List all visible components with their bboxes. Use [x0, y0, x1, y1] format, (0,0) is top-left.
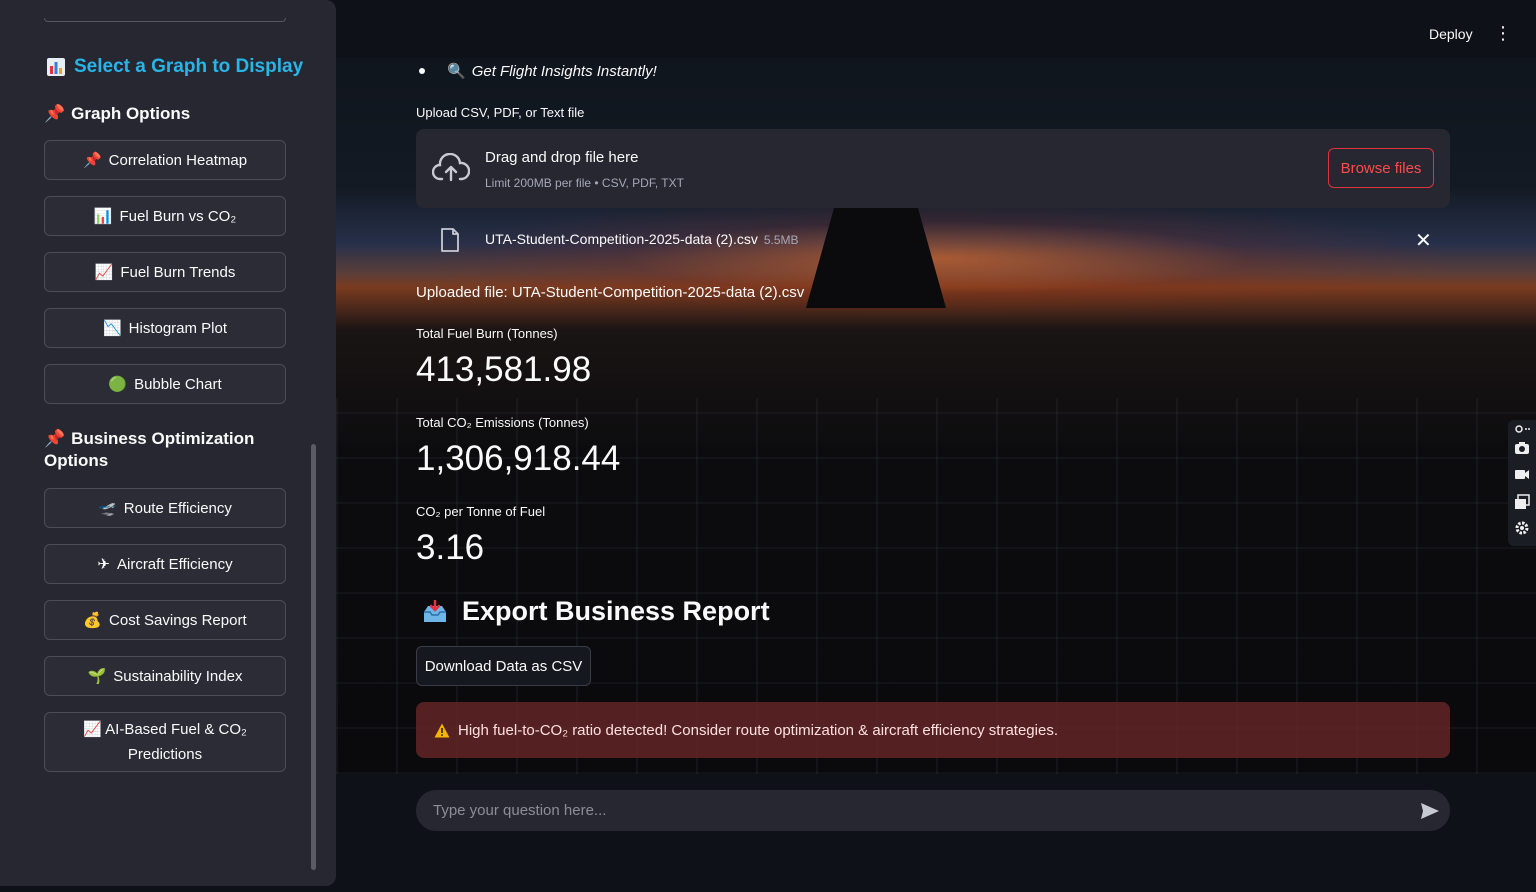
histogram-plot-button[interactable]: 📉 Histogram Plot [44, 308, 286, 348]
app-window: Select a Graph to Display 📌 Graph Options… [0, 0, 1536, 892]
bullet-dot [419, 68, 425, 74]
send-icon[interactable] [1420, 801, 1440, 821]
inbox-tray-icon [424, 599, 446, 622]
chat-input[interactable]: Type your question here... [416, 790, 1450, 831]
insights-bullet: 🔍 Get Flight Insights Instantly! [416, 62, 657, 80]
camera-icon[interactable] [1514, 440, 1530, 456]
fuel-burn-trends-button[interactable]: 📈 Fuel Burn Trends [44, 252, 286, 292]
file-dropzone[interactable]: Drag and drop file here Limit 200MB per … [416, 129, 1450, 208]
metric-value-fuel-burn: 413,581.98 [416, 350, 592, 389]
chart-increasing-icon: 📈 [83, 721, 102, 738]
link-icon[interactable] [1514, 424, 1530, 434]
pushpin-icon: 📌 [44, 104, 66, 123]
cloud-upload-icon [432, 153, 470, 182]
window-icon[interactable] [1514, 494, 1530, 510]
upload-label: Upload CSV, PDF, or Text file [416, 105, 585, 120]
top-bar: Deploy ⋮ [336, 0, 1536, 58]
sidebar-title: Select a Graph to Display [46, 56, 303, 78]
export-report-heading: Export Business Report [422, 596, 770, 627]
video-camera-icon[interactable] [1514, 466, 1530, 482]
cost-savings-report-button[interactable]: 💰 Cost Savings Report [44, 600, 286, 640]
ai-predictions-line2: Predictions [127, 746, 203, 763]
metric-label-co2-per-tonne: CO₂ per Tonne of Fuel [416, 504, 546, 519]
recorder-toolbar [1508, 420, 1536, 546]
sidebar-top-divider [44, 18, 286, 22]
business-optimization-heading: 📌 Business Optimization Options [44, 429, 255, 470]
metric-value-co2-emissions: 1,306,918.44 [416, 439, 621, 478]
deploy-button[interactable]: Deploy [1429, 26, 1473, 42]
metric-label-fuel-burn: Total Fuel Burn (Tonnes) [416, 326, 558, 341]
file-icon [441, 228, 459, 252]
warning-icon [434, 723, 450, 737]
dropzone-title: Drag and drop file here [485, 149, 639, 166]
sidebar-scrollbar[interactable] [311, 444, 316, 870]
gear-icon[interactable] [1514, 520, 1530, 536]
seedling-icon: 🌱 [87, 668, 107, 685]
chart-increasing-icon: 📈 [94, 264, 114, 281]
airplane-departure-icon: 🛫 [98, 500, 117, 517]
browse-files-button[interactable]: Browse files [1328, 148, 1434, 188]
pushpin-icon: 📌 [82, 152, 102, 169]
file-name: UTA-Student-Competition-2025-data (2).cs… [485, 231, 799, 247]
metric-value-co2-per-tonne: 3.16 [416, 528, 485, 567]
bar-chart-icon [47, 58, 65, 76]
sidebar: Select a Graph to Display 📌 Graph Options… [0, 0, 336, 886]
uploaded-file-row: UTA-Student-Competition-2025-data (2).cs… [416, 222, 1450, 258]
pushpin-icon: 📌 [44, 429, 66, 448]
uploaded-file-message: Uploaded file: UTA-Student-Competition-2… [416, 284, 805, 301]
ai-predictions-button[interactable]: 📈 AI-Based Fuel & CO₂ Predictions [44, 712, 286, 772]
close-icon[interactable]: ✕ [1415, 228, 1432, 253]
airplane-icon: ✈ [97, 556, 110, 573]
dropzone-limit-text: Limit 200MB per file • CSV, PDF, TXT [485, 176, 684, 190]
aircraft-efficiency-button[interactable]: ✈ Aircraft Efficiency [44, 544, 286, 584]
bar-chart-icon: 📊 [93, 208, 113, 225]
warning-alert: High fuel-to-CO₂ ratio detected! Conside… [416, 702, 1450, 758]
money-bag-icon: 💰 [83, 612, 103, 629]
file-size: 5.5MB [763, 233, 799, 247]
sidebar-title-text: Select a Graph to Display [74, 56, 304, 77]
route-efficiency-button[interactable]: 🛫 Route Efficiency [44, 488, 286, 528]
main-content: Deploy ⋮ 🔍 Get Flight Insights Instantly… [336, 0, 1536, 892]
correlation-heatmap-button[interactable]: 📌 Correlation Heatmap [44, 140, 286, 180]
download-csv-button[interactable]: Download Data as CSV [416, 646, 591, 686]
bubble-chart-button[interactable]: 🟢 Bubble Chart [44, 364, 286, 404]
sustainability-index-button[interactable]: 🌱 Sustainability Index [44, 656, 286, 696]
chart-decreasing-icon: 📉 [102, 320, 122, 337]
green-circle-icon: 🟢 [108, 376, 128, 393]
kebab-menu-icon[interactable]: ⋮ [1494, 24, 1512, 42]
ai-predictions-line1: 📈 AI-Based Fuel & CO₂ [83, 721, 247, 738]
magnifying-glass-icon: 🔍 [447, 63, 466, 80]
graph-options-heading: 📌 Graph Options [44, 104, 191, 123]
fuel-burn-vs-co2-button[interactable]: 📊 Fuel Burn vs CO₂ [44, 196, 286, 236]
metric-label-co2-emissions: Total CO₂ Emissions (Tonnes) [416, 415, 589, 430]
